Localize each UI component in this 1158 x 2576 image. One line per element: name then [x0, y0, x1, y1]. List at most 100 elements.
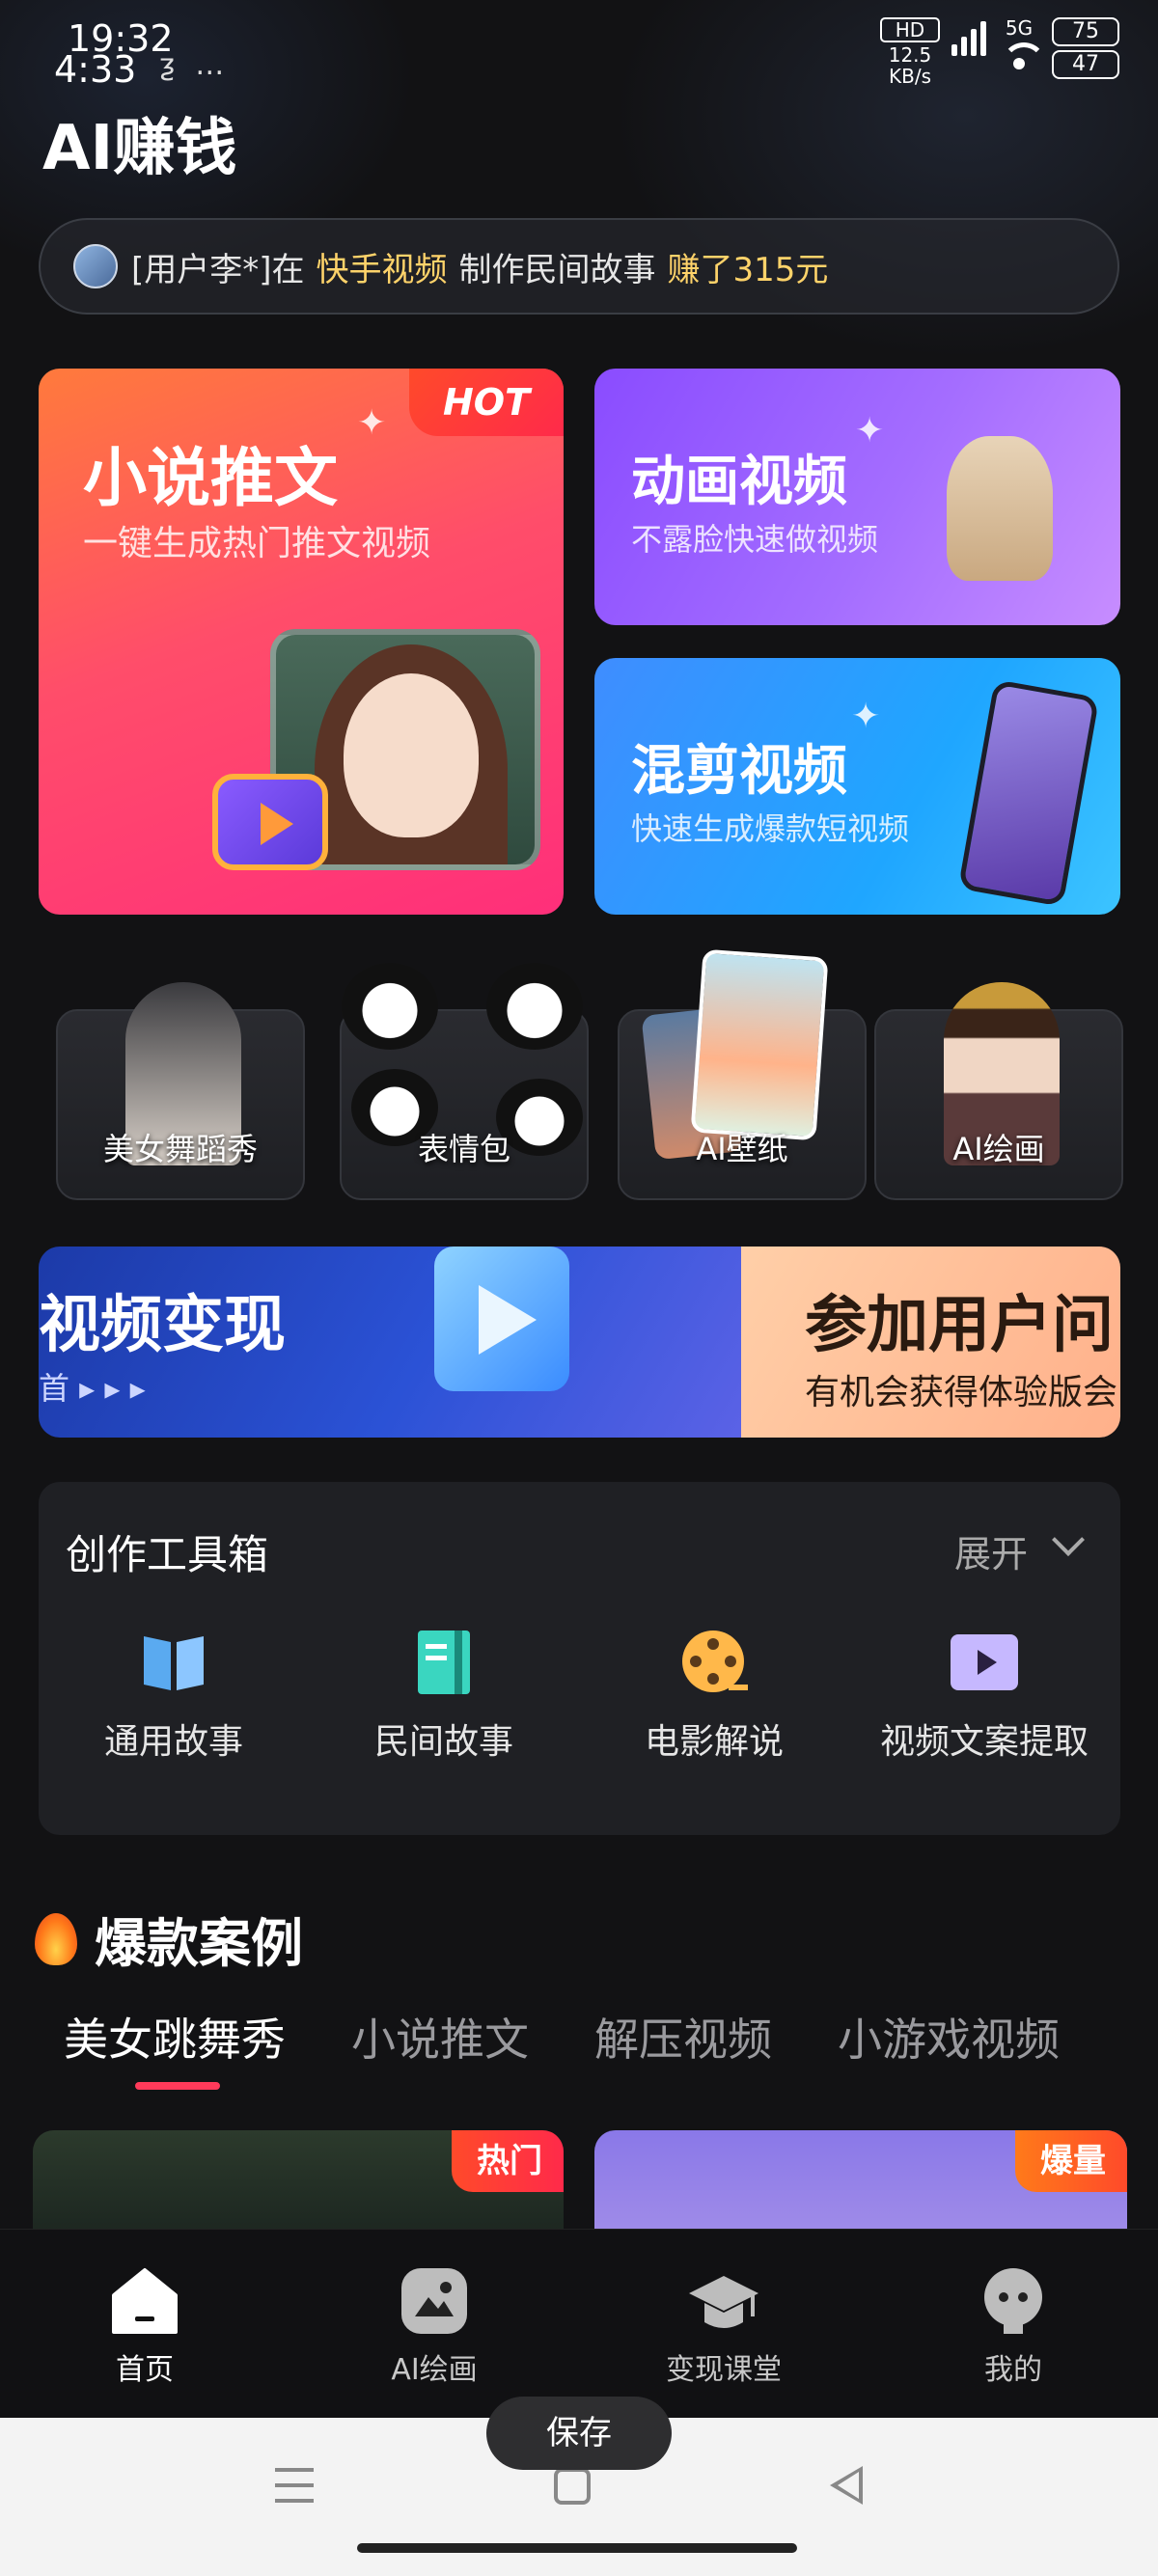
remix-feature-card[interactable]: ✦ 混剪视频 快速生成爆款短视频: [594, 658, 1120, 915]
save-toast[interactable]: 保存: [486, 2397, 672, 2470]
wallpaper-illustration: [690, 948, 829, 1141]
viral-badge: 爆量: [1015, 2130, 1127, 2192]
book-icon: [138, 1627, 209, 1698]
tile-label: 美女舞蹈秀: [102, 1131, 258, 1167]
novel-subtitle: 一键生成热门推文视频: [83, 524, 431, 563]
flame-icon: [35, 1912, 77, 1965]
banner-right-subtitle: 有机会获得体验版会: [805, 1373, 1118, 1412]
tile-label: 表情包: [417, 1131, 510, 1167]
banner-left-subtitle: 首 ▸ ▸ ▸: [39, 1370, 146, 1407]
home-square-icon[interactable]: [554, 2468, 591, 2505]
animation-title: 动画视频: [631, 451, 847, 513]
network-label: 5G: [1005, 16, 1034, 40]
signal-icon: [951, 17, 986, 56]
image-icon: [398, 2264, 471, 2338]
banner-user-survey[interactable]: 参加用户问 有机会获得体验版会: [741, 1247, 1120, 1438]
page-title: AI赚钱: [42, 113, 237, 184]
tab-mini-game-video[interactable]: 小游戏视频: [838, 2005, 1060, 2069]
tile-ai-painting[interactable]: AI绘画: [874, 982, 1123, 1200]
ticker-action: 制作民间故事: [458, 250, 656, 289]
tool-movie-commentary[interactable]: 电影解说: [589, 1627, 840, 1764]
remix-subtitle: 快速生成爆款短视频: [631, 810, 910, 847]
menu-icon[interactable]: [275, 2468, 314, 2503]
net-speed: HD 12.5 KB/s: [880, 17, 940, 87]
battery-group: 75 47: [1052, 17, 1119, 79]
nav-label: 我的: [984, 2353, 1042, 2387]
avatar: [73, 244, 118, 288]
case-tabs: 美女跳舞秀 小说推文 解压视频 小游戏视频: [0, 2005, 1158, 2092]
status-left-icons: ƺ …: [159, 48, 231, 82]
remix-title: 混剪视频: [631, 740, 847, 803]
sparkle-icon: ✦: [851, 697, 881, 736]
sparkle-icon: ✦: [357, 403, 387, 443]
tile-ai-wallpaper[interactable]: AI壁纸: [618, 948, 867, 1200]
status-right-icons: HD 12.5 KB/s 5G 75 47: [880, 17, 1119, 87]
nav-home[interactable]: 首页: [48, 2264, 241, 2388]
battery-icon-secondary: 47: [1052, 50, 1119, 79]
home-icon: [108, 2264, 181, 2338]
battery-icon-primary: 75: [1052, 17, 1119, 46]
novel-title: 小说推文: [83, 441, 338, 515]
banner-video-monetize[interactable]: 视频变现 首 ▸ ▸ ▸: [39, 1247, 741, 1438]
profile-icon: [977, 2264, 1050, 2338]
tool-label: 视频文案提取: [879, 1722, 1089, 1762]
case-card[interactable]: 热门: [33, 2130, 564, 2229]
sparkle-icon: ✦: [855, 411, 885, 451]
status-bar: 19:32 4:33 ƺ … HD 12.5 KB/s 5G 75 47: [0, 0, 1158, 96]
promo-banner[interactable]: 视频变现 首 ▸ ▸ ▸ 参加用户问 有机会获得体验版会: [39, 1247, 1120, 1438]
video-play-icon: [949, 1627, 1020, 1698]
section-title-cases: 爆款案例: [35, 1901, 303, 1977]
tile-stickers[interactable]: 表情包: [340, 963, 589, 1200]
notebook-icon: [408, 1627, 480, 1698]
back-icon[interactable]: [830, 2466, 863, 2505]
nav-label: 变现课堂: [666, 2353, 782, 2387]
tool-video-copy-extract[interactable]: 视频文案提取: [859, 1627, 1110, 1764]
ticker-user: [用户李*]在: [131, 250, 305, 289]
hd-badge: HD: [880, 17, 940, 42]
graduation-cap-icon: [687, 2264, 760, 2338]
tool-folk-story[interactable]: 民间故事: [318, 1627, 569, 1764]
nav-ai-painting[interactable]: AI绘画: [338, 2264, 531, 2388]
earnings-ticker[interactable]: [用户李*]在 快手视频 制作民间故事 赚了315元: [39, 218, 1119, 315]
toolbox-expand-label: 展开: [953, 1533, 1028, 1576]
app-screen: 19:32 4:33 ƺ … HD 12.5 KB/s 5G 75 47 AI赚…: [0, 0, 1158, 2229]
play-icon: [434, 1247, 569, 1391]
hot-badge: 热门: [452, 2130, 564, 2192]
phone-illustration: [957, 679, 1100, 907]
tool-general-story[interactable]: 通用故事: [48, 1627, 299, 1764]
nav-label: AI绘画: [391, 2353, 478, 2387]
cat-illustration: [947, 436, 1053, 581]
animation-feature-card[interactable]: ✦ 动画视频 不露脸快速做视频: [594, 369, 1120, 625]
hot-badge: HOT: [409, 369, 564, 436]
tool-label: 通用故事: [103, 1722, 243, 1762]
tab-novel[interactable]: 小说推文: [351, 2005, 529, 2069]
nav-profile[interactable]: 我的: [917, 2264, 1110, 2388]
banner-right-title: 参加用户问: [805, 1290, 1114, 1361]
ticker-platform: 快手视频: [316, 250, 448, 289]
tool-label: 民间故事: [373, 1722, 513, 1762]
ticker-earned: 赚了315元: [667, 250, 829, 289]
tool-label: 电影解说: [644, 1722, 784, 1762]
illustration-face: [344, 673, 479, 837]
network-5g: 5G: [998, 16, 1046, 71]
banner-left-title: 视频变现: [39, 1290, 286, 1361]
novel-feature-card[interactable]: HOT ✦ 小说推文 一键生成热门推文视频: [39, 369, 564, 915]
net-speed-label: 12.5 KB/s: [888, 43, 932, 88]
tile-label: AI壁纸: [696, 1131, 788, 1167]
tab-dance-show[interactable]: 美女跳舞秀: [64, 2005, 286, 2069]
tile-label: AI绘画: [952, 1131, 1045, 1167]
status-time-secondary: 4:33: [54, 48, 137, 91]
creation-toolbox: 创作工具箱 展开 通用故事 民间故事 电影解说 视频文案提取: [39, 1482, 1120, 1835]
tile-dance-show[interactable]: 美女舞蹈秀: [56, 982, 305, 1200]
tab-relax-video[interactable]: 解压视频: [594, 2005, 772, 2069]
active-tab-indicator: [135, 2082, 220, 2090]
nav-monetize-course[interactable]: 变现课堂: [627, 2264, 820, 2388]
case-card[interactable]: 爆量: [594, 2130, 1127, 2229]
tv-play-icon: [212, 774, 328, 870]
gesture-bar[interactable]: [357, 2543, 797, 2553]
panda-icon: [486, 963, 583, 1050]
film-reel-icon: [678, 1627, 750, 1698]
panda-icon: [342, 963, 438, 1050]
cases-title-text: 爆款案例: [95, 1913, 303, 1974]
toolbox-title: 创作工具箱: [66, 1531, 269, 1578]
